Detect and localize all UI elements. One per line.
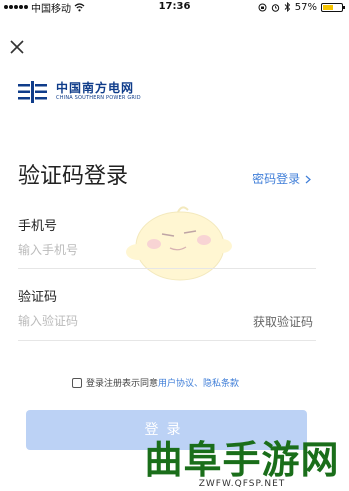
agreement-text: 登录注册表示同意 <box>86 379 159 389</box>
status-bar: 中国移动 17:36 57% <box>0 0 349 15</box>
battery-icon <box>321 2 345 12</box>
watermark-text: 曲阜手游网 <box>144 438 340 482</box>
code-divider <box>18 340 316 341</box>
verification-code-input[interactable] <box>18 309 218 333</box>
brand-text: 中国南方电网 CHINA SOUTHERN POWER GRID <box>56 82 141 102</box>
status-right: 57% <box>258 0 345 14</box>
page-title: 验证码登录 <box>18 164 129 189</box>
password-login-link[interactable]: 密码登录 <box>252 170 311 187</box>
power-grid-logo-icon <box>18 81 47 103</box>
phone-label: 手机号 <box>18 219 58 234</box>
brand-name-cn: 中国南方电网 <box>56 81 135 95</box>
get-code-button[interactable]: 获取验证码 <box>253 313 313 330</box>
battery-fill <box>323 4 334 10</box>
brand-logo: 中国南方电网 CHINA SOUTHERN POWER GRID <box>18 81 141 103</box>
brand-name-en: CHINA SOUTHERN POWER GRID <box>56 95 141 101</box>
password-login-label: 密码登录 <box>252 172 301 186</box>
watermark-url: ZWFW.QFSP.NET <box>198 479 286 489</box>
close-button[interactable] <box>10 38 28 56</box>
alarm-icon <box>271 3 279 12</box>
phone-input[interactable] <box>18 238 316 262</box>
site-watermark: 曲阜手游网 ZWFW.QFSP.NET <box>135 440 349 491</box>
close-icon <box>10 40 24 54</box>
agreement-links[interactable]: 用户协议、隐私条款 <box>158 376 239 389</box>
code-label: 验证码 <box>18 290 58 305</box>
phone-divider <box>18 268 316 269</box>
chevron-right-icon <box>305 175 311 184</box>
battery-percent: 57% <box>294 1 317 13</box>
rotation-lock-icon <box>258 3 267 11</box>
bluetooth-icon <box>284 2 290 12</box>
agreement-checkbox[interactable] <box>72 377 82 388</box>
agreement-row: 登录注册表示同意 用户协议、隐私条款 <box>72 376 239 389</box>
